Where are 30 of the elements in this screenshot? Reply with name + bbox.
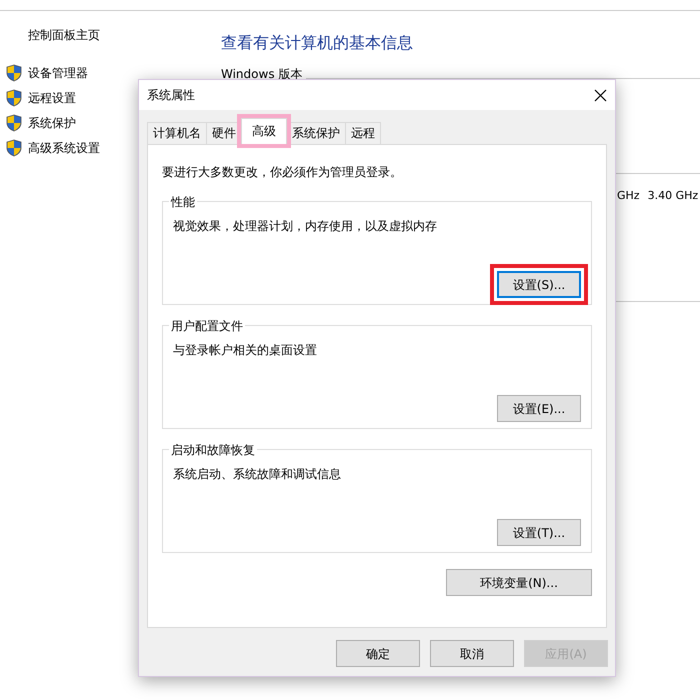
tab[interactable]: 远程 xyxy=(345,122,381,144)
cpu-speed-text: 3.40 GHz xyxy=(648,188,698,204)
environment-variables-button[interactable]: 环境变量(N)... xyxy=(446,569,592,596)
cpu-speed-text: GHz xyxy=(617,188,640,204)
sidebar-link[interactable]: 远程设置 xyxy=(28,88,76,106)
shield-icon xyxy=(6,88,22,106)
group-description: 系统启动、系统故障和调试信息 xyxy=(173,466,342,483)
dialog-title: 系统属性 xyxy=(147,87,195,104)
notice-text: 要进行大多数更改，你必须作为管理员登录。 xyxy=(162,164,403,181)
dialog-button[interactable]: 取消 xyxy=(430,640,514,667)
settings-button[interactable]: 设置(T)... xyxy=(497,519,581,546)
settings-button[interactable]: 设置(E)... xyxy=(497,395,581,422)
shield-icon xyxy=(6,138,22,156)
shield-icon xyxy=(6,64,22,82)
group-title: 性能 xyxy=(169,193,197,211)
sidebar-link[interactable]: 系统保护 xyxy=(28,114,76,132)
section-title: Windows 版本 xyxy=(221,66,302,83)
settings-button[interactable]: 设置(S)... xyxy=(497,271,581,298)
group-description: 视觉效果，处理器计划，内存使用，以及虚拟内存 xyxy=(173,218,438,235)
sidebar-link[interactable]: 高级系统设置 xyxy=(28,138,100,156)
group-description: 与登录帐户相关的桌面设置 xyxy=(173,342,318,359)
shield-icon xyxy=(6,114,22,132)
sidebar-link[interactable]: 设备管理器 xyxy=(28,64,88,82)
group-title: 用户配置文件 xyxy=(169,317,245,335)
tab[interactable]: 计算机名 xyxy=(147,122,207,144)
close-icon[interactable] xyxy=(594,88,607,102)
page-heading: 查看有关计算机的基本信息 xyxy=(221,32,414,54)
home-link[interactable]: 控制面板主页 xyxy=(28,26,215,44)
group-title: 启动和故障恢复 xyxy=(169,441,257,459)
dialog-button[interactable]: 确定 xyxy=(336,640,420,667)
